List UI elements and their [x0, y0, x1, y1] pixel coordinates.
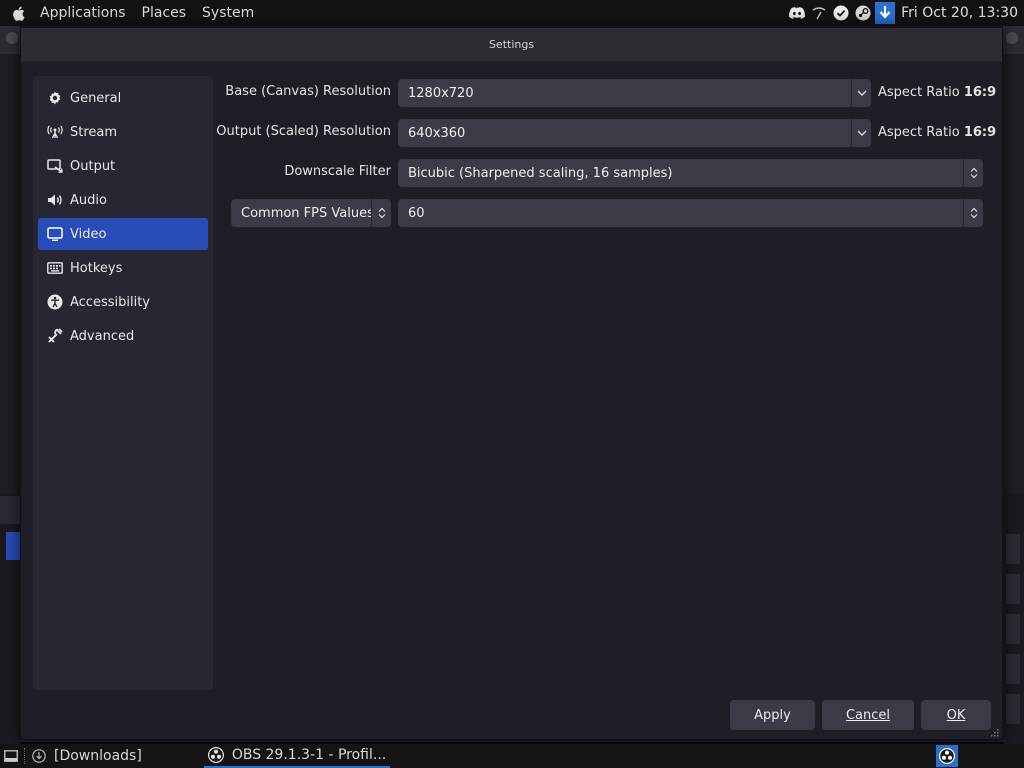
sidebar-item-label: Video — [70, 226, 107, 242]
top-panel: Applications Places System Fri Oct 20, 1… — [0, 0, 1024, 26]
base-resolution-value: 1280x720 — [408, 85, 474, 101]
sidebar-item-output[interactable]: Output — [38, 150, 208, 182]
cancel-button[interactable]: Cancel — [822, 700, 914, 730]
output-icon — [47, 158, 63, 174]
accessibility-icon — [47, 294, 63, 310]
obs-logo-icon — [207, 747, 224, 763]
resize-grip-icon[interactable] — [989, 726, 999, 737]
steam-icon[interactable] — [853, 3, 873, 23]
show-desktop-icon[interactable] — [4, 750, 18, 762]
clock[interactable]: Fri Oct 20, 13:30 — [901, 5, 1024, 21]
updown-arrows-icon[interactable] — [963, 199, 983, 227]
sidebar-item-audio[interactable]: Audio — [38, 184, 208, 216]
bg-window-button-icon — [6, 32, 18, 44]
menu-system[interactable]: System — [194, 0, 262, 26]
obs-tray-icon[interactable] — [936, 745, 958, 767]
menu-applications[interactable]: Applications — [32, 0, 134, 26]
output-resolution-value: 640x360 — [408, 125, 466, 141]
base-aspect-ratio: Aspect Ratio 16:9 — [878, 85, 996, 100]
bg-dock-slot — [1006, 574, 1020, 604]
check-icon[interactable] — [831, 3, 851, 23]
taskbar-separator — [24, 748, 26, 764]
bg-dock-header — [0, 496, 20, 524]
network-icon[interactable] — [809, 3, 829, 23]
discord-icon[interactable] — [787, 3, 807, 23]
base-aspect-value: 16:9 — [963, 85, 997, 100]
downscale-filter-value: Bicubic (Sharpened scaling, 16 samples) — [408, 165, 673, 181]
sidebar-item-label: General — [70, 90, 122, 106]
sidebar-item-label: Hotkeys — [70, 260, 123, 276]
taskbar: [Downloads] OBS 29.1.3-1 - Profil... — [0, 744, 1024, 768]
keyboard-icon — [47, 260, 63, 276]
bg-dock-slot — [1006, 614, 1020, 644]
base-resolution-label: Base (Canvas) Resolution — [225, 84, 391, 99]
output-aspect-prefix: Aspect Ratio — [878, 125, 960, 140]
dialog-title: Settings — [488, 38, 535, 51]
sidebar-item-stream[interactable]: Stream — [38, 116, 208, 148]
sidebar-item-label: Accessibility — [70, 294, 150, 310]
taskbar-obs-label: OBS 29.1.3-1 - Profil... — [231, 747, 387, 763]
fps-value-select[interactable]: 60 — [398, 199, 983, 227]
settings-sidebar: General Stream Output Audio Video Hotkey… — [33, 76, 213, 690]
base-aspect-prefix: Aspect Ratio — [878, 85, 960, 100]
system-tray: Fri Oct 20, 13:30 — [787, 0, 1024, 26]
downscale-filter-label: Downscale Filter — [284, 164, 391, 179]
bg-selected-source — [6, 532, 20, 560]
sidebar-item-label: Advanced — [70, 328, 135, 344]
sidebar-item-label: Audio — [70, 192, 107, 208]
download-status-icon[interactable] — [32, 749, 46, 763]
taskbar-downloads[interactable]: [Downloads] — [54, 748, 142, 764]
chevron-down-icon[interactable] — [851, 79, 871, 107]
sidebar-item-hotkeys[interactable]: Hotkeys — [38, 252, 208, 284]
base-resolution-combo[interactable]: 1280x720 — [398, 79, 871, 107]
taskbar-obs-task[interactable]: OBS 29.1.3-1 - Profil... — [203, 744, 391, 768]
sidebar-item-label: Stream — [70, 124, 118, 140]
output-resolution-label: Output (Scaled) Resolution — [216, 124, 391, 139]
fps-value: 60 — [408, 205, 425, 221]
bg-dock-slot — [1006, 534, 1020, 564]
updown-arrows-icon[interactable] — [371, 199, 391, 227]
bg-window-button-icon — [1006, 32, 1018, 44]
output-resolution-combo[interactable]: 640x360 — [398, 119, 871, 147]
apple-logo-icon[interactable] — [4, 6, 32, 21]
downscale-filter-select[interactable]: Bicubic (Sharpened scaling, 16 samples) — [398, 159, 983, 187]
sidebar-item-label: Output — [70, 158, 116, 174]
sidebar-item-video[interactable]: Video — [38, 218, 208, 250]
output-aspect-ratio: Aspect Ratio 16:9 — [878, 125, 996, 140]
menu-places[interactable]: Places — [134, 0, 195, 26]
fps-type-select[interactable]: Common FPS Values — [231, 199, 391, 227]
output-aspect-value: 16:9 — [963, 125, 997, 140]
bg-dock-slot — [1006, 694, 1020, 724]
ok-button[interactable]: OK — [921, 700, 991, 730]
sidebar-item-accessibility[interactable]: Accessibility — [38, 286, 208, 318]
gear-icon — [47, 90, 63, 106]
fps-type-value: Common FPS Values — [241, 205, 371, 221]
dialog-titlebar[interactable]: Settings — [21, 28, 1002, 62]
bg-dock-slot — [1006, 654, 1020, 684]
settings-dialog: Settings General Stream Output Audio Vid… — [20, 27, 1003, 740]
monitor-icon — [47, 226, 63, 242]
sidebar-item-general[interactable]: General — [38, 82, 208, 114]
chevron-down-icon[interactable] — [851, 119, 871, 147]
download-icon[interactable] — [875, 2, 896, 24]
antenna-icon — [47, 124, 63, 140]
apply-button[interactable]: Apply — [730, 700, 815, 730]
tools-icon — [47, 328, 63, 344]
updown-arrows-icon[interactable] — [963, 159, 983, 187]
speaker-icon — [47, 192, 63, 208]
sidebar-item-advanced[interactable]: Advanced — [38, 320, 208, 352]
